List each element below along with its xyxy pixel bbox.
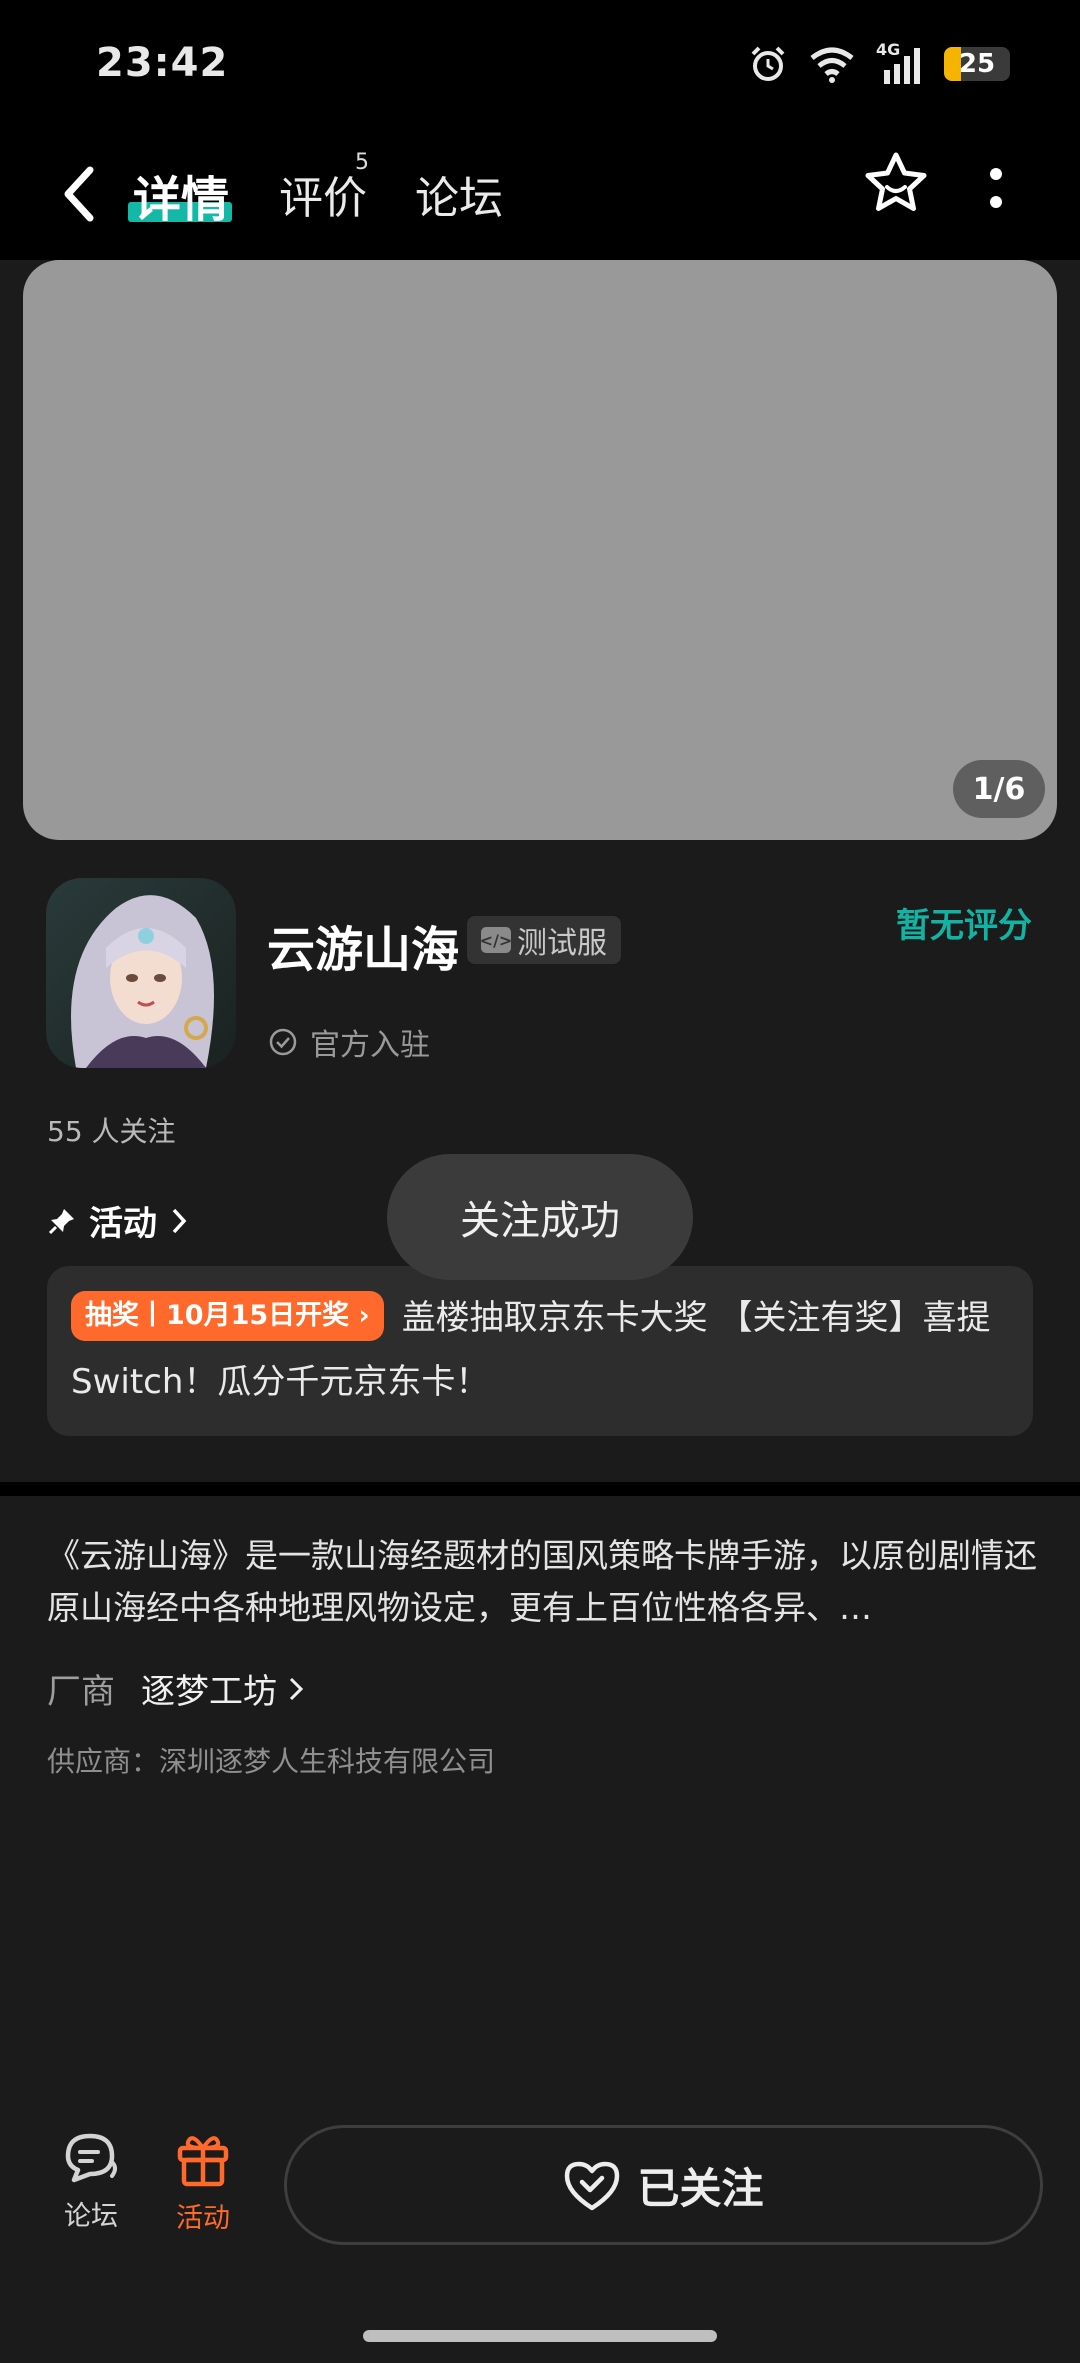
status-bar: 23:42 4G 25 (0, 0, 1080, 130)
app-title: 云游山海 (267, 922, 460, 978)
app-description[interactable]: 《云游山海》是一款山海经题材的国风策略卡牌手游，以原创剧情还原山海经中各种地理风… (47, 1530, 1037, 1634)
follow-button[interactable]: 已关注 (284, 2125, 1043, 2245)
status-icons: 4G 25 (748, 40, 1010, 84)
activity-title: 活动 (89, 1204, 157, 1244)
heart-check-icon (565, 2161, 620, 2211)
status-time: 23:42 (96, 40, 229, 86)
banner-page-counter: 1/6 (953, 760, 1045, 818)
section-divider (0, 1482, 1080, 1496)
wifi-icon (810, 47, 854, 83)
back-icon[interactable] (56, 162, 100, 226)
gift-icon (177, 2136, 229, 2187)
bottom-forum-label: 论坛 (64, 2201, 118, 2232)
pin-icon (48, 1208, 74, 1234)
tab-details[interactable]: 详情 (133, 160, 229, 230)
bottom-activity-label: 活动 (176, 2203, 230, 2234)
media-banner[interactable]: 1/6 (23, 260, 1057, 840)
test-server-tag: </> 测试服 (467, 916, 621, 964)
tab-forum[interactable]: 论坛 (415, 162, 503, 226)
check-circle-icon (269, 1028, 297, 1056)
chat-bubble-icon (65, 2133, 117, 2183)
vendor-label: 厂商 (47, 1672, 115, 1712)
tab-reviews[interactable]: 评价 (279, 162, 367, 226)
follower-count: 55 人关注 (47, 1115, 176, 1148)
alarm-icon (751, 46, 785, 81)
follow-button-label: 已关注 (637, 2163, 764, 2213)
app-icon-image[interactable] (46, 878, 236, 1068)
test-server-label: 测试服 (517, 926, 607, 961)
vendor-row[interactable]: 厂商 逐梦工坊 (47, 1664, 305, 1713)
code-icon: </> (480, 927, 512, 953)
activity-card[interactable]: 抽奖丨10月15日开奖 › 盖楼抽取京东卡大奖 【关注有奖】喜提Switch！瓜分… (47, 1266, 1033, 1436)
battery-level: 25 (958, 49, 996, 79)
more-options-icon[interactable] (984, 166, 1008, 212)
supplier-info: 供应商：深圳逐梦人生科技有限公司 (47, 1745, 496, 1778)
activity-section-header[interactable]: 活动 (47, 1196, 189, 1245)
lottery-tag-label: 抽奖丨10月15日开奖 (85, 1299, 350, 1331)
battery-icon: 25 (944, 47, 1010, 81)
toast-message: 关注成功 (387, 1154, 693, 1280)
reviews-count-badge: 5 (355, 150, 369, 175)
bottom-forum-button[interactable]: 论坛 (46, 2130, 136, 2233)
signal-icon: 4G (876, 40, 924, 84)
favorite-star-icon[interactable] (862, 150, 930, 218)
chevron-right-icon (172, 1208, 187, 1233)
vendor-name[interactable]: 逐梦工坊 (141, 1664, 277, 1713)
lottery-tag[interactable]: 抽奖丨10月15日开奖 › (71, 1290, 384, 1341)
rating-status: 暂无评分 (896, 906, 1032, 946)
official-label: 官方入驻 (310, 1028, 430, 1063)
chevron-right-icon (289, 1677, 304, 1700)
home-indicator[interactable] (363, 2330, 717, 2342)
official-badge: 官方入驻 (268, 1020, 430, 1064)
bottom-activity-button[interactable]: 活动 (158, 2130, 248, 2235)
